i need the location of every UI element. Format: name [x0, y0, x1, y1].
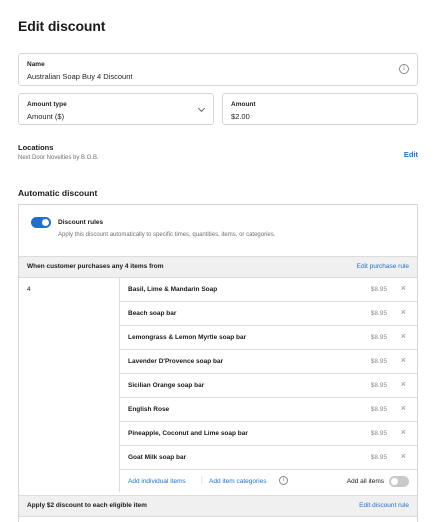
name-value[interactable]: Australian Soap Buy 4 Discount	[27, 72, 132, 81]
purchase-quantity: 4	[27, 286, 31, 293]
item-name: Pineapple, Coconut and Lime soap bar	[128, 430, 248, 437]
amount-value[interactable]: $2.00	[231, 112, 250, 121]
discount-rules-title: Discount rules	[58, 219, 104, 226]
close-icon[interactable]: ×	[401, 427, 406, 437]
item-name: English Rose	[128, 406, 170, 413]
purchase-rule-text: When customer purchases any 4 items from	[27, 263, 164, 270]
item-row: Beach soap bar $8.95 ×	[120, 302, 417, 326]
add-item-categories-link[interactable]: Add item categories	[209, 478, 266, 485]
toggle-knob	[42, 219, 49, 226]
discount-rule-band: Apply $2 discount to each eligible item …	[19, 495, 417, 517]
name-field[interactable]: Name Australian Soap Buy 4 Discount i	[18, 53, 418, 86]
item-name: Lavender D'Provence soap bar	[128, 358, 224, 365]
add-individual-items-link[interactable]: Add individual items	[128, 478, 186, 485]
item-row: Lavender D'Provence soap bar $8.95 ×	[120, 350, 417, 374]
automatic-discount-title: Automatic discount	[18, 188, 98, 198]
toggle-knob	[391, 478, 398, 485]
close-icon[interactable]: ×	[401, 379, 406, 389]
amount-type-label: Amount type	[27, 101, 67, 108]
chevron-down-icon[interactable]	[197, 104, 206, 113]
amount-type-select[interactable]: Amount type Amount ($)	[18, 93, 214, 125]
add-all-items-toggle[interactable]	[389, 476, 409, 487]
item-row: Pineapple, Coconut and Lime soap bar $8.9…	[120, 422, 417, 446]
discount-rule-text: Apply $2 discount to each eligible item	[27, 502, 147, 509]
amount-label: Amount	[231, 101, 256, 108]
item-price: $8.95	[370, 430, 387, 437]
amount-field[interactable]: Amount $2.00	[222, 93, 418, 125]
automatic-discount-panel: Discount rules Apply this discount autom…	[18, 204, 418, 522]
close-icon[interactable]: ×	[401, 355, 406, 365]
close-icon[interactable]: ×	[401, 307, 406, 317]
item-name: Sicilian Orange soap bar	[128, 382, 205, 389]
close-icon[interactable]: ×	[401, 403, 406, 413]
purchase-rule-band: When customer purchases any 4 items from…	[19, 256, 417, 278]
item-name: Lemongrass & Lemon Myrtle soap bar	[128, 334, 247, 341]
amount-type-value[interactable]: Amount ($)	[27, 112, 64, 121]
discount-rules-toggle[interactable]	[31, 217, 51, 228]
item-row: Basil, Lime & Mandarin Soap $8.95 ×	[120, 278, 417, 302]
item-row: Sicilian Orange soap bar $8.95 ×	[120, 374, 417, 398]
info-icon[interactable]: i	[399, 64, 409, 74]
close-icon[interactable]: ×	[401, 283, 406, 293]
item-name: Beach soap bar	[128, 310, 177, 317]
link-separator: |	[201, 477, 203, 484]
item-price: $8.95	[370, 286, 387, 293]
item-name: Basil, Lime & Mandarin Soap	[128, 286, 218, 293]
item-row: Lemongrass & Lemon Myrtle soap bar $8.95 ×	[120, 326, 417, 350]
name-label: Name	[27, 61, 45, 68]
items-actions-row: Add individual items | Add item categori…	[120, 470, 417, 492]
edit-purchase-rule-link[interactable]: Edit purchase rule	[357, 263, 409, 270]
item-name: Goat Milk soap bar	[128, 454, 187, 461]
add-all-items-label: Add all items	[346, 478, 384, 485]
close-icon[interactable]: ×	[401, 451, 406, 461]
locations-edit-link[interactable]: Edit	[404, 150, 418, 159]
item-price: $8.95	[370, 406, 387, 413]
locations-title: Locations	[18, 143, 54, 152]
eligible-items-list: Basil, Lime & Mandarin Soap $8.95 × Beach s…	[119, 278, 417, 492]
page-title: Edit discount	[18, 18, 106, 34]
close-icon[interactable]: ×	[401, 331, 406, 341]
item-price: $8.95	[370, 382, 387, 389]
discount-rules-subtitle: Apply this discount automatically to spe…	[58, 232, 276, 238]
info-icon[interactable]: i	[279, 476, 288, 485]
item-row: English Rose $8.95 ×	[120, 398, 417, 422]
item-price: $8.95	[370, 310, 387, 317]
edit-discount-rule-link[interactable]: Edit discount rule	[359, 502, 409, 509]
item-price: $8.95	[370, 454, 387, 461]
item-row: Goat Milk soap bar $8.95 ×	[120, 446, 417, 470]
locations-subtitle: Next Door Novelties by B.O.B.	[18, 155, 99, 161]
item-price: $8.95	[370, 358, 387, 365]
item-price: $8.95	[370, 334, 387, 341]
